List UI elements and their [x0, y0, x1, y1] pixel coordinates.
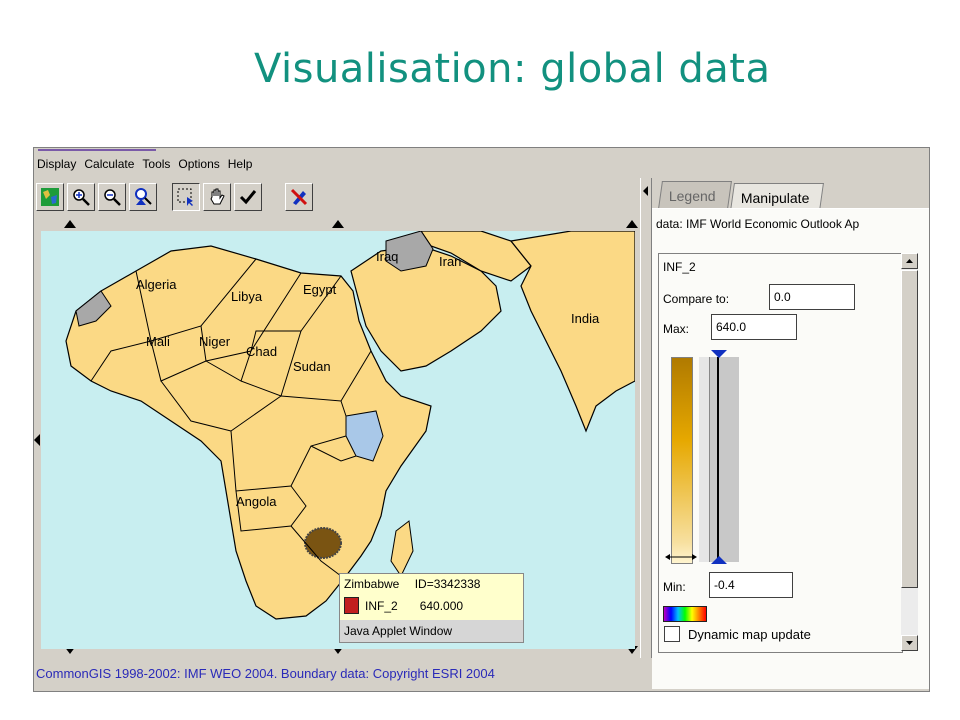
menu-bar: Display Calculate Tools Options Help: [34, 156, 257, 176]
find-icon: [135, 188, 152, 205]
max-label: Max:: [663, 322, 690, 336]
hand-pan-icon: [210, 188, 225, 205]
pan-button[interactable]: [203, 183, 231, 211]
label-iraq: Iraq: [376, 249, 398, 264]
commongis-applet: Display Calculate Tools Options Help Alg…: [33, 147, 930, 692]
map-canvas[interactable]: Algeria Libya Egypt Iraq Iran Mali Niger…: [41, 231, 635, 649]
min-input[interactable]: -0.4: [709, 572, 793, 598]
scroll-down-button[interactable]: [901, 635, 918, 651]
label-iran: Iran: [439, 254, 461, 269]
scroll-thumb[interactable]: [901, 270, 918, 588]
slider-scale: [699, 357, 710, 562]
label-india: India: [571, 311, 600, 326]
scroll-up-icon: [906, 259, 913, 263]
africa-map: Algeria Libya Egypt Iraq Iran Mali Niger…: [65, 231, 635, 620]
attribute-name: INF_2: [663, 260, 696, 274]
compare-input[interactable]: 0.0: [769, 284, 855, 310]
slider-line: [717, 357, 719, 562]
menu-tools[interactable]: Tools: [139, 156, 175, 176]
menu-calculate[interactable]: Calculate: [81, 156, 139, 176]
tooltip-color-swatch: [344, 597, 359, 614]
dynamic-update-checkbox[interactable]: [664, 626, 680, 642]
range-arrow-icon: [665, 554, 697, 560]
slider-max-handle-icon[interactable]: [709, 350, 729, 360]
min-label: Min:: [663, 580, 686, 594]
zoom-out-icon: [104, 189, 121, 206]
close-tool-icon: [290, 188, 308, 206]
find-button[interactable]: [129, 183, 157, 211]
show-map-button[interactable]: [36, 183, 64, 211]
panel-splitter[interactable]: [640, 178, 652, 658]
label-algeria: Algeria: [136, 277, 177, 292]
scroll-up-button[interactable]: [901, 253, 918, 269]
attribute-controls: INF_2 Compare to: 0.0 Max: 640.0 Min: -0…: [658, 253, 903, 653]
range-slider[interactable]: [699, 357, 739, 562]
checkmark-icon: [239, 190, 257, 205]
label-libya: Libya: [231, 289, 263, 304]
tooltip-country: Zimbabwe: [344, 577, 400, 591]
pan-up-right-icon: [626, 220, 638, 228]
label-egypt: Egypt: [303, 282, 337, 297]
status-bar: CommonGIS 1998-2002: IMF WEO 2004. Bound…: [36, 666, 495, 681]
pan-up-left-icon: [64, 220, 76, 228]
pan-up-icon: [332, 220, 344, 228]
label-sudan: Sudan: [293, 359, 331, 374]
tooltip-value: 640.000: [419, 598, 464, 613]
select-rectangle-icon: [177, 188, 193, 206]
side-panel: Legend Manipulate data: IMF World Econom…: [652, 178, 929, 691]
pan-left-icon: [34, 434, 40, 446]
tab-manipulate[interactable]: Manipulate: [730, 183, 824, 211]
color-scale-bar: [671, 357, 693, 564]
dynamic-update-label: Dynamic map update: [688, 627, 811, 642]
map-tooltip: Zimbabwe ID=3342338 INF_2 640.000 Java A…: [339, 573, 524, 643]
data-source-label: data: IMF World Economic Outlook Ap: [656, 217, 860, 231]
slider-min-handle-icon[interactable]: [709, 556, 729, 566]
menu-display[interactable]: Display: [34, 156, 81, 176]
menu-options[interactable]: Options: [175, 156, 224, 176]
tooltip-footer: Java Applet Window: [340, 620, 523, 642]
map-icon: [41, 188, 59, 206]
zoom-in-button[interactable]: [67, 183, 95, 211]
zoom-in-icon: [73, 189, 90, 206]
zimbabwe-selected: [304, 527, 342, 559]
select-rectangle-button[interactable]: [172, 183, 200, 211]
tooltip-id: ID=3342338: [414, 577, 481, 591]
zoom-out-button[interactable]: [98, 183, 126, 211]
apply-button[interactable]: [234, 183, 262, 211]
label-niger: Niger: [199, 334, 231, 349]
tab-legend[interactable]: Legend: [658, 181, 732, 209]
toolbar: [36, 180, 316, 214]
label-mali: Mali: [146, 334, 170, 349]
collapse-arrow-icon: [643, 186, 648, 196]
title-strip: [34, 148, 929, 154]
tooltip-attr: INF_2: [365, 598, 398, 613]
max-input[interactable]: 640.0: [711, 314, 797, 340]
india-landmass: [509, 231, 635, 433]
color-scheme-button[interactable]: [663, 606, 707, 622]
label-angola: Angola: [236, 494, 277, 509]
label-chad: Chad: [246, 344, 277, 359]
slide-title: Visualisation: global data: [254, 46, 771, 92]
madagascar-landmass: [390, 520, 414, 578]
menu-help[interactable]: Help: [225, 156, 258, 176]
scroll-down-icon: [906, 641, 913, 645]
panel-scrollbar[interactable]: [901, 253, 918, 651]
manipulate-panel: data: IMF World Economic Outlook Ap INF_…: [652, 208, 929, 689]
compare-label: Compare to:: [663, 292, 730, 306]
close-tool-button[interactable]: [285, 183, 313, 211]
